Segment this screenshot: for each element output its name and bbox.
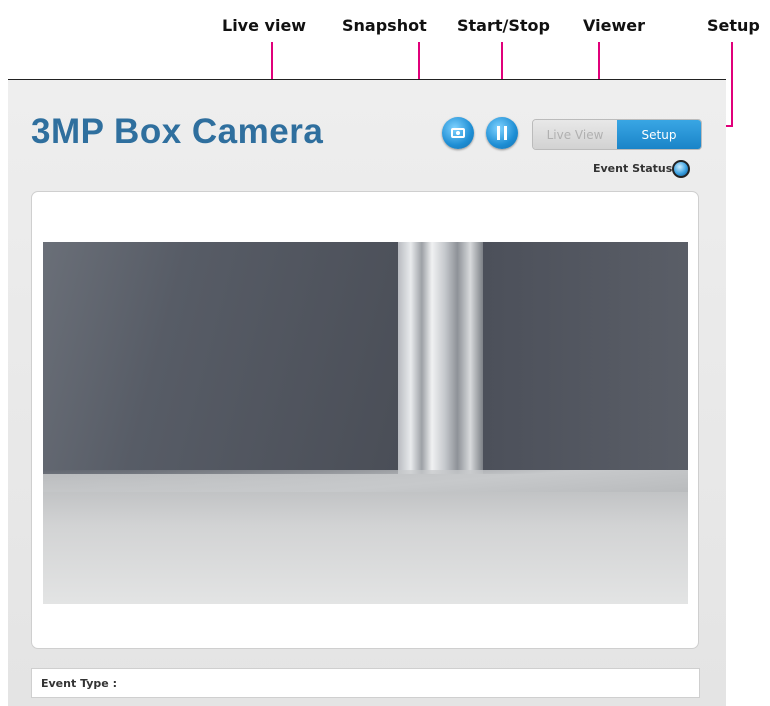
- callout-start-stop: Start/Stop: [457, 16, 550, 35]
- tab-setup[interactable]: Setup: [617, 120, 701, 149]
- callout-snapshot: Snapshot: [342, 16, 427, 35]
- video-pillar: [398, 242, 483, 487]
- camera-icon: [451, 128, 465, 138]
- video-wall-right: [483, 242, 688, 490]
- tab-live-view[interactable]: Live View: [533, 120, 617, 149]
- video-wall-left: [43, 242, 398, 474]
- start-stop-button[interactable]: [486, 117, 518, 149]
- pause-icon: [497, 126, 507, 140]
- camera-title: 3MP Box Camera: [31, 112, 324, 151]
- event-type-label: Event Type :: [41, 677, 117, 690]
- callout-viewer: Viewer: [583, 16, 645, 35]
- event-status-label: Event Status :: [593, 162, 681, 175]
- video-desk: [43, 474, 688, 604]
- callout-line-setup: [731, 42, 733, 127]
- viewer-toggle: Live View Setup: [532, 119, 702, 150]
- event-type-box: Event Type :: [31, 668, 700, 698]
- video-desk-edge: [43, 470, 688, 492]
- live-video-feed[interactable]: [43, 242, 688, 604]
- event-status-indicator-icon: [672, 160, 690, 178]
- callout-live-view: Live view: [222, 16, 307, 35]
- snapshot-button[interactable]: [442, 117, 474, 149]
- callout-setup: Setup: [707, 16, 760, 35]
